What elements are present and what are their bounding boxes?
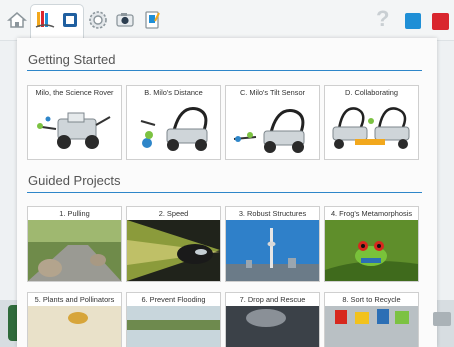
project-card-prevent-flooding[interactable]: 6. Prevent Flooding [126,292,221,347]
rover-tilt-thumbnail [226,99,319,159]
getting-started-card-d[interactable]: D. Collaborating [324,85,419,160]
card-label: 2. Speed [158,209,189,218]
card-label: 1. Pulling [59,209,90,218]
getting-started-card-c[interactable]: C. Milo's Tilt Sensor [225,85,320,160]
card-label: 4. Frog's Metamorphosis [330,209,413,218]
frog-photo [325,220,418,281]
red-square-icon[interactable] [432,13,449,30]
getting-started-card-a[interactable]: Milo, the Science Rover [27,85,122,160]
card-label: D. Collaborating [345,88,398,97]
scroll-handle[interactable] [433,312,451,326]
section-title-guided-projects: Guided Projects [28,173,121,188]
project-card-plants-pollinators[interactable]: 5. Plants and Pollinators [27,292,122,347]
section-title-getting-started: Getting Started [28,52,116,67]
book-icon[interactable] [33,8,57,32]
flooding-photo [127,306,220,347]
collaborating-thumbnail [325,99,418,159]
speed-photo [127,220,220,281]
rover-thumbnail [28,99,121,159]
top-toolbar: ? [0,0,454,41]
project-card-sort-to-recycle[interactable]: 8. Sort to Recycle [324,292,419,347]
card-label: 8. Sort to Recycle [342,295,401,304]
card-label: B. Milo's Distance [144,88,203,97]
getting-started-card-b[interactable]: B. Milo's Distance [126,85,221,160]
gear-icon[interactable] [86,8,110,32]
plants-photo [28,306,121,347]
project-card-frogs-metamorphosis[interactable]: 4. Frog's Metamorphosis [324,206,419,282]
card-label: Milo, the Science Rover [35,88,114,97]
rover-distance-thumbnail [127,99,220,159]
project-card-speed[interactable]: 2. Speed [126,206,221,282]
help-icon[interactable]: ? [376,6,389,32]
project-card-drop-and-rescue[interactable]: 7. Drop and Rescue [225,292,320,347]
document-icon[interactable] [140,8,164,32]
card-label: 7. Drop and Rescue [239,295,306,304]
camera-icon[interactable] [113,8,137,32]
robust-structures-photo [226,220,319,281]
lobby-panel: Getting Started Milo, the Science Rover … [17,38,437,347]
rescue-photo [226,306,319,347]
project-card-robust-structures[interactable]: 3. Robust Structures [225,206,320,282]
card-label: 5. Plants and Pollinators [34,295,115,304]
tab-icon[interactable] [58,8,82,32]
pulling-photo [28,220,121,281]
card-label: 6. Prevent Flooding [141,295,206,304]
section-divider [27,70,422,71]
recycle-photo [325,306,418,347]
section-divider [27,192,422,193]
card-label: C. Milo's Tilt Sensor [239,88,306,97]
project-card-pulling[interactable]: 1. Pulling [27,206,122,282]
blue-square-icon[interactable] [405,13,421,29]
home-icon[interactable] [5,8,29,32]
card-label: 3. Robust Structures [238,209,307,218]
